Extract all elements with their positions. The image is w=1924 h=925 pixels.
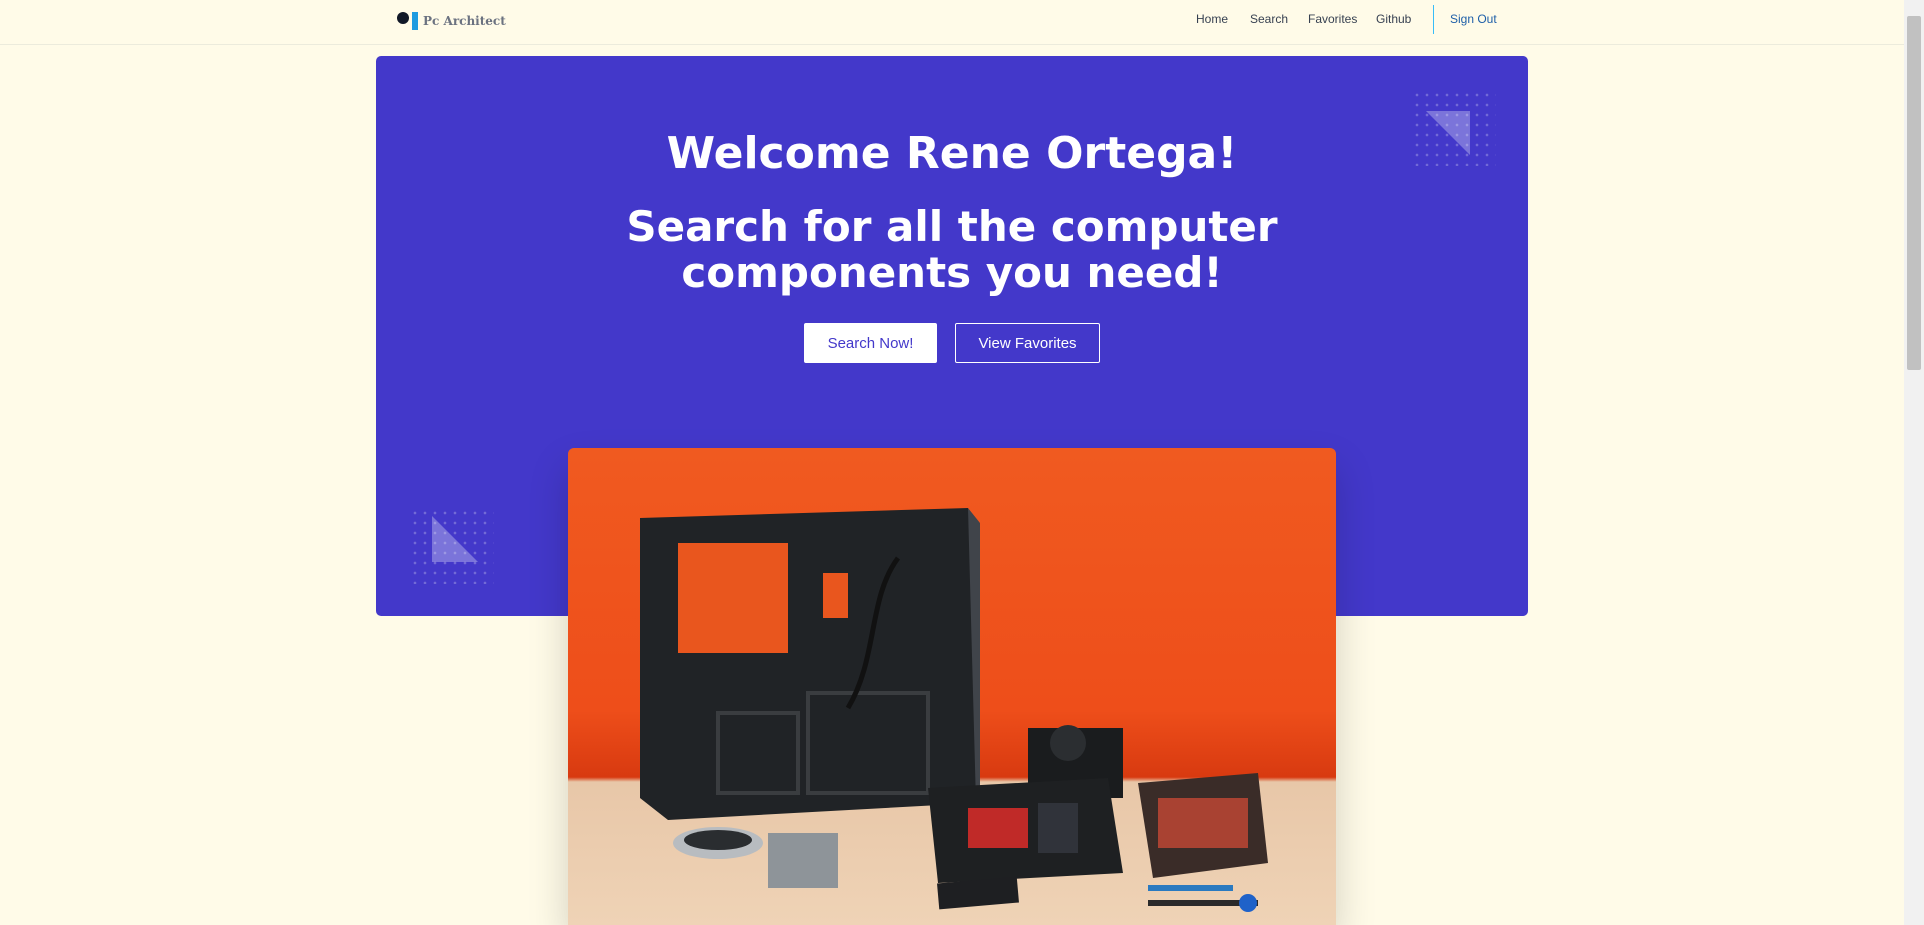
sign-out-link[interactable]: Sign Out bbox=[1450, 12, 1497, 32]
brand-name: Pc Architect bbox=[423, 14, 506, 28]
hero-headline-line1: Search for all the computer bbox=[626, 202, 1278, 251]
welcome-heading: Welcome Rene Ortega! bbox=[666, 128, 1238, 179]
hero-headline-line2: components you need! bbox=[681, 248, 1223, 297]
decorative-triangle-icon bbox=[432, 516, 478, 562]
nav-search[interactable]: Search bbox=[1250, 12, 1288, 32]
brand-logo[interactable]: Pc Architect bbox=[397, 10, 506, 32]
hero-image bbox=[568, 448, 1336, 925]
view-favorites-button[interactable]: View Favorites bbox=[955, 323, 1100, 363]
nav-favorites[interactable]: Favorites bbox=[1308, 12, 1357, 32]
top-navbar: Pc Architect Home Search Favorites Githu… bbox=[0, 0, 1904, 45]
nav-home[interactable]: Home bbox=[1196, 12, 1228, 32]
logo-bar-icon bbox=[412, 12, 418, 30]
search-now-button[interactable]: Search Now! bbox=[804, 323, 937, 363]
nav-divider bbox=[1433, 5, 1434, 34]
logo-dot-icon bbox=[397, 12, 409, 24]
nav-github[interactable]: Github bbox=[1376, 12, 1411, 32]
pc-components-illustration bbox=[640, 508, 1268, 912]
hero-headline: Search for all the computer components y… bbox=[376, 204, 1528, 296]
scrollbar-thumb[interactable] bbox=[1907, 16, 1921, 370]
